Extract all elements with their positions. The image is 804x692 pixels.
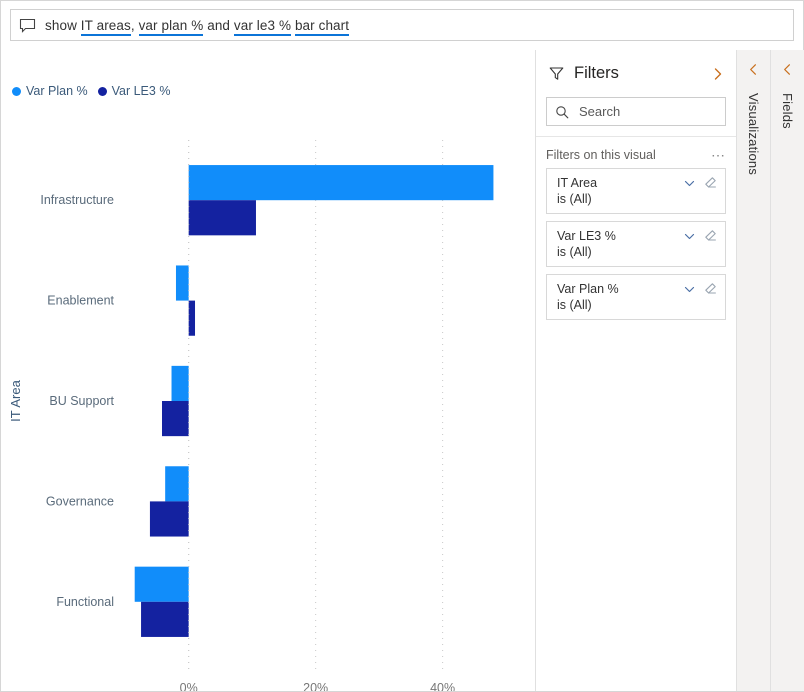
chevron-left-icon[interactable] (746, 62, 761, 77)
filter-card-actions (683, 282, 718, 296)
visualizations-pane-collapsed[interactable]: Visualizations (737, 50, 771, 691)
filters-pane-header: Filters (536, 50, 736, 97)
chart-bar[interactable] (175, 265, 189, 301)
qna-question-text: show IT areas, var plan % and var le3 % … (45, 17, 350, 36)
filter-card-condition: is (All) (557, 298, 592, 312)
eraser-icon[interactable] (704, 176, 718, 190)
chevron-left-icon[interactable] (780, 62, 795, 77)
chart-category-label: Governance (46, 494, 114, 508)
search-icon (556, 105, 569, 118)
chart-bar[interactable] (188, 165, 494, 201)
filters-search-row: Search (536, 97, 736, 136)
chart-bar[interactable] (162, 401, 189, 437)
report-canvas: Var Plan % Var LE3 % Infrastructure Enabl… (2, 50, 536, 691)
filters-pane-title: Filters (574, 64, 619, 82)
qna-entity-term[interactable]: var le3 % (233, 17, 292, 36)
chevron-down-icon[interactable] (683, 177, 696, 190)
qna-plain-term: and (203, 17, 234, 33)
visualizations-pane-label: Visualizations (746, 93, 761, 176)
filters-search-input[interactable]: Search (546, 97, 726, 126)
chart-category-label: Infrastructure (40, 193, 114, 207)
filter-card-list: IT Area is (All) Var LE3 % is (All) Var Plan… (536, 168, 736, 320)
chart-x-tick-label: 0% (180, 681, 198, 691)
chart-category-label: Functional (56, 595, 114, 609)
chevron-down-icon[interactable] (683, 283, 696, 296)
chart-category-label: BU Support (49, 394, 114, 408)
qna-entity-term[interactable]: bar chart (294, 17, 350, 36)
qna-speech-bubble-icon (19, 18, 36, 33)
chart-bar[interactable] (171, 365, 189, 401)
filters-pane: Filters Search Filters on this visual ⋯ … (536, 50, 737, 691)
qna-entity-term[interactable]: IT areas (80, 17, 131, 36)
chart-bar[interactable] (188, 200, 256, 236)
filters-on-visual-header: Filters on this visual ⋯ (536, 137, 736, 168)
eraser-icon[interactable] (704, 282, 718, 296)
filter-card-actions (683, 176, 718, 190)
qna-question-bar[interactable]: show IT areas, var plan % and var le3 % … (10, 9, 794, 41)
bar-chart-svg: Infrastructure Enablement BU Support Govern… (8, 140, 494, 691)
filters-search-placeholder: Search (579, 104, 621, 119)
chart-bar[interactable] (141, 601, 189, 637)
filter-card-actions (683, 229, 718, 243)
power-bi-qna-report: show IT areas, var plan % and var le3 % … (0, 0, 804, 692)
chart-x-tick-label: 40% (430, 681, 455, 691)
eraser-icon[interactable] (704, 229, 718, 243)
filter-card[interactable]: IT Area is (All) (546, 168, 726, 214)
bar-chart-visual[interactable]: Infrastructure Enablement BU Support Govern… (2, 50, 535, 691)
chevron-right-icon[interactable] (710, 66, 726, 82)
chevron-down-icon[interactable] (683, 230, 696, 243)
chart-bar[interactable] (188, 300, 196, 336)
chart-bar[interactable] (165, 466, 189, 502)
filter-card[interactable]: Var Plan % is (All) (546, 274, 726, 320)
qna-entity-term[interactable]: var plan % (138, 17, 204, 36)
chart-y-axis-title: IT Area (8, 379, 23, 421)
filter-card[interactable]: Var LE3 % is (All) (546, 221, 726, 267)
filter-card-condition: is (All) (557, 192, 592, 206)
ellipsis-icon[interactable]: ⋯ (711, 148, 726, 162)
filter-card-condition: is (All) (557, 245, 592, 259)
chart-bar[interactable] (134, 566, 189, 602)
funnel-icon (549, 67, 564, 80)
chart-bar[interactable] (149, 501, 189, 537)
chart-category-label: Enablement (47, 294, 114, 308)
qna-plain-term: show (45, 17, 81, 33)
chart-x-tick-label: 20% (303, 681, 328, 691)
fields-pane-collapsed[interactable]: Fields (771, 50, 804, 691)
filters-section-title: Filters on this visual (546, 148, 656, 162)
qna-plain-term: , (130, 17, 139, 33)
fields-pane-label: Fields (780, 93, 795, 129)
